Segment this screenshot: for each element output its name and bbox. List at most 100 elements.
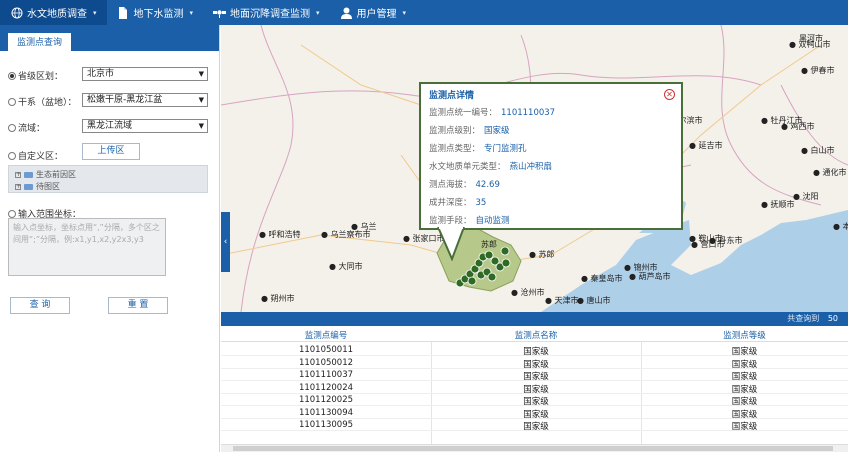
- table-cell: 国家级: [731, 347, 758, 357]
- table-row[interactable]: 1101050011 国家级 国家级: [221, 344, 848, 357]
- column-header[interactable]: 监测点名称: [431, 329, 641, 341]
- top-nav: 水文地质调查 ▾ 地下水监测 ▾ 地面沉降调查监测 ▾ 用户管理 ▾: [0, 0, 848, 25]
- map-city-label: ● 抚顺市: [761, 200, 795, 209]
- query-panel: 监测点查询 省级区划： 北京市 ▼ 干系（盆地）： 松嫩干原-黑龙江盆 ▼ 流域…: [0, 25, 220, 452]
- map-city-label: ● 唐山市: [577, 296, 611, 305]
- nav-item-label: 用户管理: [356, 9, 397, 20]
- basin-label: 流域：: [18, 124, 46, 134]
- custom-radio[interactable]: [8, 151, 16, 160]
- expand-icon[interactable]: +: [15, 171, 21, 178]
- table-row[interactable]: 1101130095 国家级 国家级: [221, 419, 848, 432]
- coords-input[interactable]: 输入点坐标，坐标点用“,”分隔，多个区之间用“;”分隔，例:x1,y1,x2,y…: [8, 218, 166, 276]
- tree-item[interactable]: + 待图区: [15, 181, 60, 192]
- table-cell: 1101110037: [298, 370, 354, 380]
- satellite-icon: [213, 6, 227, 19]
- custom-label: 自定义区：: [18, 152, 64, 162]
- table-cell: 1101130095: [298, 420, 354, 430]
- document-icon: [117, 6, 130, 19]
- nav-item-label: 地面沉降调查监测: [230, 9, 311, 20]
- globe-icon: [10, 6, 23, 19]
- table-cell: 国家级: [523, 409, 549, 420]
- table-cell: 国家级: [731, 372, 758, 382]
- map-city-label: ● 白山市: [801, 146, 835, 155]
- table-row[interactable]: 1101120024 国家级 国家级: [221, 382, 848, 395]
- scrollbar-thumb[interactable]: [233, 446, 833, 451]
- table-cell: 国家级: [731, 422, 758, 432]
- nav-item-hydro-survey[interactable]: 水文地质调查 ▾: [0, 0, 107, 25]
- table-cell: 国家级: [523, 359, 549, 370]
- collapse-panel-tab[interactable]: ‹: [221, 212, 230, 272]
- region-radio[interactable]: [8, 97, 16, 106]
- dropdown-arrow-icon: ▼: [198, 122, 204, 130]
- map-city-label: ● 鸡西市: [781, 122, 815, 131]
- panel-tabbar: 监测点查询: [0, 25, 219, 51]
- results-count: 共查询到 50: [787, 313, 838, 324]
- table-cell: 国家级: [523, 397, 549, 407]
- table-cell: 国家级: [731, 397, 758, 407]
- tree-item[interactable]: + 生态前因区: [15, 169, 76, 180]
- monitor-detail-popup: 监测点详情 ✕ 监测点统一编号： 1101110037 监测点级别： 国家级 监测点…: [419, 82, 683, 230]
- map-city-label: ● 伊春市: [801, 66, 835, 75]
- reset-button[interactable]: 重 置: [108, 297, 168, 314]
- nav-item-user-mgmt[interactable]: 用户管理 ▾: [330, 0, 417, 25]
- nav-item-groundwater[interactable]: 地下水监测 ▾: [107, 0, 204, 25]
- tree-item-label: 生态前因区: [36, 170, 76, 179]
- basin-select[interactable]: 黑龙江流域 ▼: [82, 119, 208, 133]
- table-cell: 国家级: [523, 372, 549, 382]
- admin-select[interactable]: 北京市 ▼: [82, 67, 208, 81]
- upload-area-button[interactable]: 上传区: [82, 143, 140, 160]
- admin-radio[interactable]: [8, 71, 16, 80]
- table-row[interactable]: 1101130094 国家级 国家级: [221, 407, 848, 420]
- popup-field: 监测点类型： 专门监测孔: [429, 144, 527, 154]
- basin-radio[interactable]: [8, 123, 16, 132]
- nav-item-label: 水文地质调查: [27, 9, 87, 20]
- custom-area-tree: + 生态前因区 + 待图区: [8, 165, 208, 193]
- expand-icon[interactable]: +: [15, 183, 21, 190]
- results-count-label: 共查询到: [787, 314, 820, 323]
- coords-radio[interactable]: [8, 209, 16, 218]
- admin-label: 省级区划：: [18, 72, 64, 82]
- horizontal-scrollbar[interactable]: [221, 444, 848, 452]
- map-city-label: ● 双鸭山市: [789, 40, 831, 49]
- popup-field: 水文地质单元类型： 燕山冲积扇: [429, 162, 553, 172]
- table-row[interactable]: 1101050012 国家级 国家级: [221, 357, 848, 370]
- table-cell: 国家级: [523, 384, 549, 395]
- basin-select-value: 黑龙江流域: [87, 121, 133, 131]
- dropdown-arrow-icon: ▼: [198, 96, 204, 104]
- map-city-label: ● 沧州市: [511, 288, 545, 297]
- map-city-label: ● 营口市: [691, 240, 725, 249]
- map-city-label: ● 乌兰: [351, 222, 377, 231]
- map-city-label: ● 延吉市: [689, 141, 723, 150]
- table-cell: 国家级: [731, 384, 758, 395]
- column-header[interactable]: 监测点等级: [641, 329, 848, 341]
- region-select[interactable]: 松嫩干原-黑龙江盆 ▼: [82, 93, 208, 107]
- results-count-value: 50: [827, 314, 838, 323]
- close-icon[interactable]: ✕: [664, 89, 675, 100]
- popup-tail: [437, 227, 465, 261]
- table-row[interactable]: 1101110037 国家级 国家级: [221, 369, 848, 382]
- folder-icon: [24, 171, 33, 178]
- map-city-label: ● 秦皇岛市: [581, 274, 623, 283]
- map-city-label: 苏郎: [481, 240, 497, 249]
- popup-field: 监测点级别： 国家级: [429, 126, 510, 136]
- user-icon: [340, 6, 353, 19]
- nav-item-label: 地下水监测: [133, 9, 184, 20]
- tab-monitor-query[interactable]: 监测点查询: [8, 33, 72, 51]
- query-button[interactable]: 查 询: [10, 297, 70, 314]
- column-header[interactable]: 监测点编号: [221, 329, 431, 341]
- chevron-down-icon: ▾: [316, 8, 320, 17]
- popup-title: 监测点详情: [429, 91, 475, 101]
- map-city-label: ● 沈阳: [793, 192, 819, 201]
- map-city-label: ● 本溪: [833, 222, 848, 231]
- custom-row: 自定义区：: [8, 149, 63, 162]
- region-row: 干系（盆地）：: [8, 95, 77, 108]
- table-row[interactable]: 1101120025 国家级 国家级: [221, 394, 848, 407]
- map-city-label: ● 通化市: [813, 168, 847, 177]
- folder-icon: [24, 183, 33, 190]
- map-city-label: ● 呼和浩特: [259, 230, 301, 239]
- basin-row: 流域：: [8, 121, 45, 134]
- map-city-label: ● 朔州市: [261, 294, 295, 303]
- nav-item-subsidence[interactable]: 地面沉降调查监测 ▾: [203, 0, 330, 25]
- map-city-label: ● 大同市: [329, 262, 363, 271]
- table-header: 监测点编号 监测点名称 监测点等级: [221, 326, 848, 342]
